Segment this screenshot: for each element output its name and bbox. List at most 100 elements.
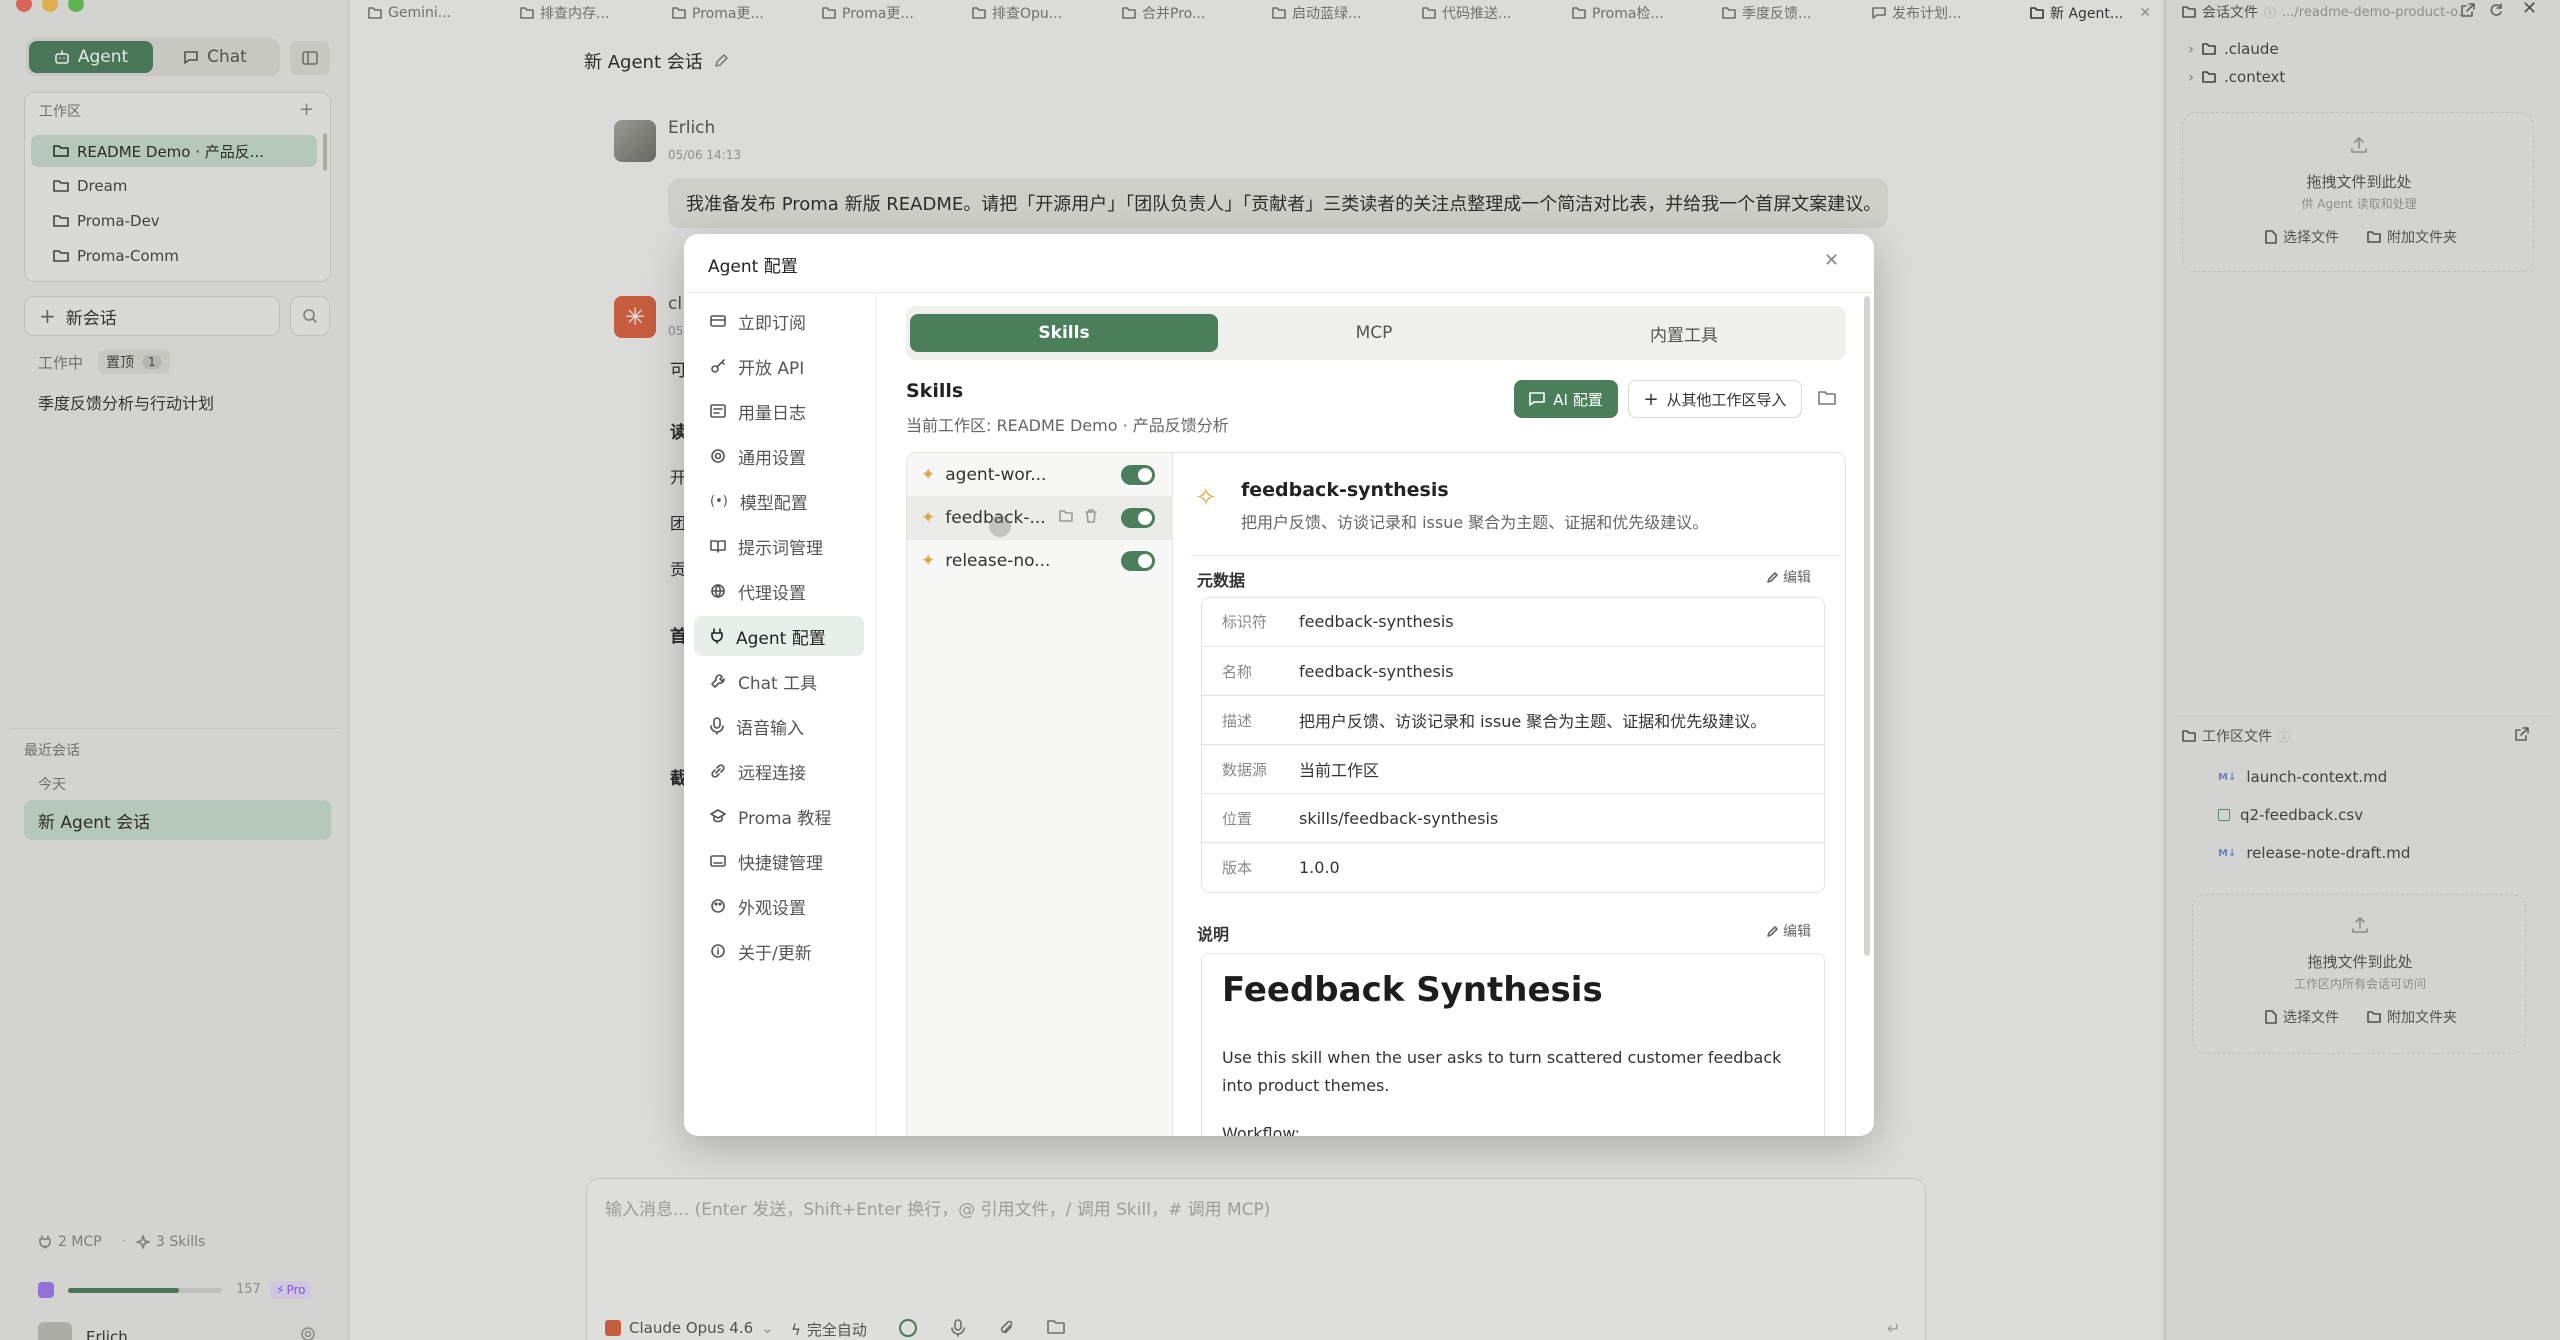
cursor-indicator — [989, 515, 1011, 537]
link-icon — [711, 764, 725, 778]
skill-item[interactable]: ✦ agent-wor... — [907, 453, 1173, 497]
meta-key: 标识符 — [1222, 613, 1268, 631]
ai-config-button[interactable]: AI 配置 — [1514, 380, 1618, 418]
key-icon — [711, 359, 725, 373]
nav-label: 通用设置 — [738, 448, 806, 469]
keyboard-icon — [710, 855, 726, 867]
skill-toggle[interactable] — [1121, 551, 1155, 571]
trash-icon[interactable] — [1085, 509, 1097, 523]
nav-appearance[interactable]: 外观设置 — [694, 886, 864, 926]
meta-key: 位置 — [1222, 809, 1253, 828]
modal-scrollbar[interactable] — [1864, 296, 1870, 956]
plus-icon: + — [1643, 388, 1659, 410]
meta-row: 位置 skills/feedback-synthesis — [1202, 793, 1824, 842]
settings-nav: 立即订阅 开放 API 用量日志 通用设置 (•) 模型配置 提示词管理 代理设置… — [684, 293, 876, 1136]
nav-proxy[interactable]: 代理设置 — [694, 571, 864, 611]
graduation-cap-icon — [710, 809, 726, 823]
metadata-table: 标识符 feedback-synthesis 名称 feedback-synthes… — [1201, 597, 1825, 893]
nav-label: Proma 教程 — [738, 808, 832, 829]
meta-value: 把用户反馈、访谈记录和 issue 聚合为主题、证据和优先级建议。 — [1299, 712, 1767, 731]
sparkle-icon: ✦ — [921, 508, 936, 528]
pencil-icon — [1767, 572, 1778, 583]
nav-label: 代理设置 — [738, 583, 806, 604]
skill-toggle[interactable] — [1121, 465, 1155, 485]
doc-preview: Feedback Synthesis Use this skill when t… — [1201, 953, 1825, 1136]
edit-label: 编辑 — [1783, 570, 1811, 586]
nav-label: 提示词管理 — [738, 538, 823, 559]
nav-general[interactable]: 通用设置 — [694, 436, 864, 476]
book-icon — [710, 540, 726, 553]
nav-voice-input[interactable]: 语音输入 — [694, 706, 864, 746]
credit-card-icon — [710, 315, 726, 327]
nav-agent-config[interactable]: Agent 配置 — [694, 616, 864, 656]
nav-label: 立即订阅 — [738, 313, 806, 334]
wrench-icon — [711, 674, 725, 688]
tab-builtin-tools[interactable]: 内置工具 — [1530, 314, 1838, 352]
skill-item-selected[interactable]: ✦ feedback-... — [907, 496, 1173, 540]
meta-value: skills/feedback-synthesis — [1299, 808, 1499, 828]
nav-label: 关于/更新 — [738, 943, 812, 964]
nav-label: 远程连接 — [738, 763, 806, 784]
nav-label: 语音输入 — [736, 718, 804, 739]
edit-metadata-button[interactable]: 编辑 — [1767, 567, 1811, 587]
tab-mcp[interactable]: MCP — [1220, 314, 1528, 352]
skill-name: agent-wor... — [945, 465, 1047, 485]
meta-value: 1.0.0 — [1299, 857, 1340, 877]
nav-subscribe[interactable]: 立即订阅 — [694, 301, 864, 341]
nav-label: 外观设置 — [738, 898, 806, 919]
skill-toggle[interactable] — [1121, 508, 1155, 528]
nav-label: 模型配置 — [739, 493, 808, 514]
nav-label: 用量日志 — [738, 403, 806, 424]
skills-list: ✦ agent-wor... ✦ feedback-... ✦ release-… — [907, 453, 1173, 1136]
nav-usage-log[interactable]: 用量日志 — [694, 391, 864, 431]
edit-doc-button[interactable]: 编辑 — [1767, 921, 1811, 941]
close-icon[interactable]: ✕ — [1824, 250, 1839, 271]
nav-prompts[interactable]: 提示词管理 — [694, 526, 864, 566]
nav-tutorial[interactable]: Proma 教程 — [694, 796, 864, 836]
meta-row: 描述 把用户反馈、访谈记录和 issue 聚合为主题、证据和优先级建议。 — [1202, 695, 1824, 744]
doc-heading: 说明 — [1197, 925, 1230, 944]
folder-icon[interactable] — [1059, 510, 1073, 522]
meta-value: feedback-synthesis — [1299, 612, 1454, 631]
globe-icon — [711, 584, 725, 598]
nav-label: 快捷键管理 — [738, 853, 823, 874]
tab-skills[interactable]: Skills — [910, 314, 1218, 352]
doc-title: Feedback Synthesis — [1222, 970, 1603, 1010]
detail-divider — [1191, 555, 1841, 556]
nav-about[interactable]: 关于/更新 — [694, 931, 864, 971]
edit-label: 编辑 — [1783, 924, 1811, 940]
sparkle-icon: ✧ — [1195, 483, 1217, 513]
skill-item[interactable]: ✦ release-no... — [907, 539, 1173, 583]
nav-remote[interactable]: 远程连接 — [694, 751, 864, 791]
nav-label: 开放 API — [738, 358, 805, 379]
ai-config-label: AI 配置 — [1553, 390, 1603, 409]
nav-label: Agent 配置 — [736, 628, 826, 649]
sparkle-icon: ✦ — [921, 465, 936, 485]
import-button[interactable]: + 从其他工作区导入 — [1628, 380, 1802, 418]
meta-row: 数据源 当前工作区 — [1202, 744, 1824, 793]
skill-description: 把用户反馈、访谈记录和 issue 聚合为主题、证据和优先级建议。 — [1241, 513, 1709, 532]
nav-chat-tools[interactable]: Chat 工具 — [694, 661, 864, 701]
nav-open-api[interactable]: 开放 API — [694, 346, 864, 386]
pencil-icon — [1767, 926, 1778, 937]
agent-config-modal: Agent 配置 ✕ 立即订阅 开放 API 用量日志 通用设置 (•) 模型配置… — [684, 234, 1874, 1136]
nav-model[interactable]: (•) 模型配置 — [694, 481, 864, 521]
modal-title: Agent 配置 — [708, 257, 798, 277]
meta-value: 当前工作区 — [1299, 761, 1380, 780]
log-icon — [710, 404, 726, 418]
folder-icon[interactable] — [1818, 390, 1836, 406]
radio-waves-icon: (•) — [710, 493, 728, 509]
doc-workflow: Workflow: — [1222, 1124, 1300, 1136]
meta-key: 版本 — [1222, 858, 1253, 877]
section-title: Skills — [906, 380, 964, 402]
config-tabs: Skills MCP 内置工具 — [906, 306, 1846, 360]
section-subtitle: 当前工作区: README Demo · 产品反馈分析 — [906, 416, 1229, 435]
nav-shortcuts[interactable]: 快捷键管理 — [694, 841, 864, 881]
chat-bubble-icon — [1529, 392, 1546, 406]
meta-row: 版本 1.0.0 — [1202, 842, 1824, 891]
skills-panel: ✦ agent-wor... ✦ feedback-... ✦ release-… — [906, 452, 1846, 1136]
nav-label: Chat 工具 — [738, 673, 818, 694]
meta-key: 名称 — [1222, 662, 1253, 681]
meta-value: feedback-synthesis — [1299, 661, 1454, 681]
meta-key: 描述 — [1222, 711, 1253, 730]
